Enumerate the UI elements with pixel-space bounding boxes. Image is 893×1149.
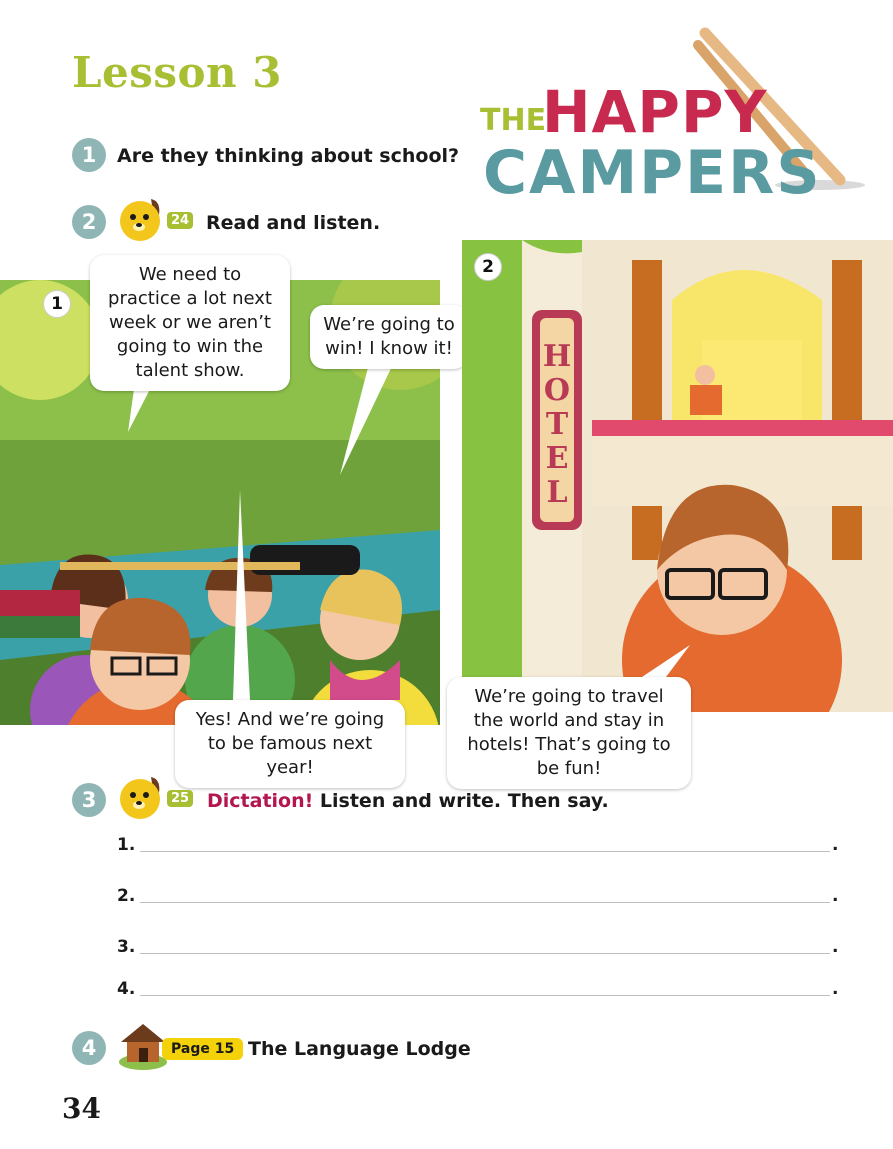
activity-3-text: Listen and write. Then say. [319, 790, 609, 812]
activity-1-text: Are they thinking about school? [117, 145, 460, 167]
speech-bubble-travel: We’re going to travel the world and stay… [447, 677, 691, 789]
dictation-line-2[interactable] [140, 902, 830, 903]
dictation-line-3-label: 3. [117, 937, 136, 957]
dictation-line-1-end: . [832, 835, 839, 855]
dictation-line-4-label: 4. [117, 979, 136, 999]
logo-happy: HAPPY [542, 78, 768, 146]
audio-dog-icon[interactable] [117, 773, 165, 821]
panel-2-number: 2 [474, 253, 502, 281]
dictation-line-1-label: 1. [117, 835, 136, 855]
activity-3-instruction: Dictation! Listen and write. Then say. [207, 790, 609, 812]
track-badge-24: 24 [167, 212, 194, 229]
hotel-sign: HOTEL [542, 339, 572, 510]
audio-dog-icon[interactable] [117, 195, 165, 243]
speech-bubble-win: We’re going to win! I know it! [310, 305, 468, 369]
dictation-line-1[interactable] [140, 851, 830, 852]
logo-the: THE [480, 103, 547, 138]
logo-campers: CAMPERS [483, 138, 822, 208]
speech-bubble-famous: Yes! And we’re going to be famous next y… [175, 700, 405, 788]
activity-4-text: The Language Lodge [248, 1038, 471, 1060]
page-15-badge[interactable]: Page 15 [162, 1038, 244, 1060]
activity-1-number: 1 [72, 138, 106, 172]
speech-bubble-practice: We need to practice a lot next week or w… [90, 255, 290, 391]
activity-2-text: Read and listen. [206, 212, 381, 234]
panel-1-number: 1 [43, 290, 71, 318]
dictation-line-3[interactable] [140, 953, 830, 954]
dictation-line-2-label: 2. [117, 886, 136, 906]
track-badge-25: 25 [167, 790, 194, 807]
page-number: 34 [62, 1092, 101, 1125]
lesson-title: Lesson 3 [72, 48, 282, 97]
activity-2-number: 2 [72, 205, 106, 239]
comic-panel-2 [462, 240, 893, 712]
dictation-line-4[interactable] [140, 995, 830, 996]
dictation-line-2-end: . [832, 886, 839, 906]
activity-4-number: 4 [72, 1031, 106, 1065]
dictation-line-4-end: . [832, 979, 839, 999]
activity-3-number: 3 [72, 783, 106, 817]
dictation-line-3-end: . [832, 937, 839, 957]
panel-2-illustration [462, 240, 893, 712]
dictation-label: Dictation! [207, 790, 314, 812]
